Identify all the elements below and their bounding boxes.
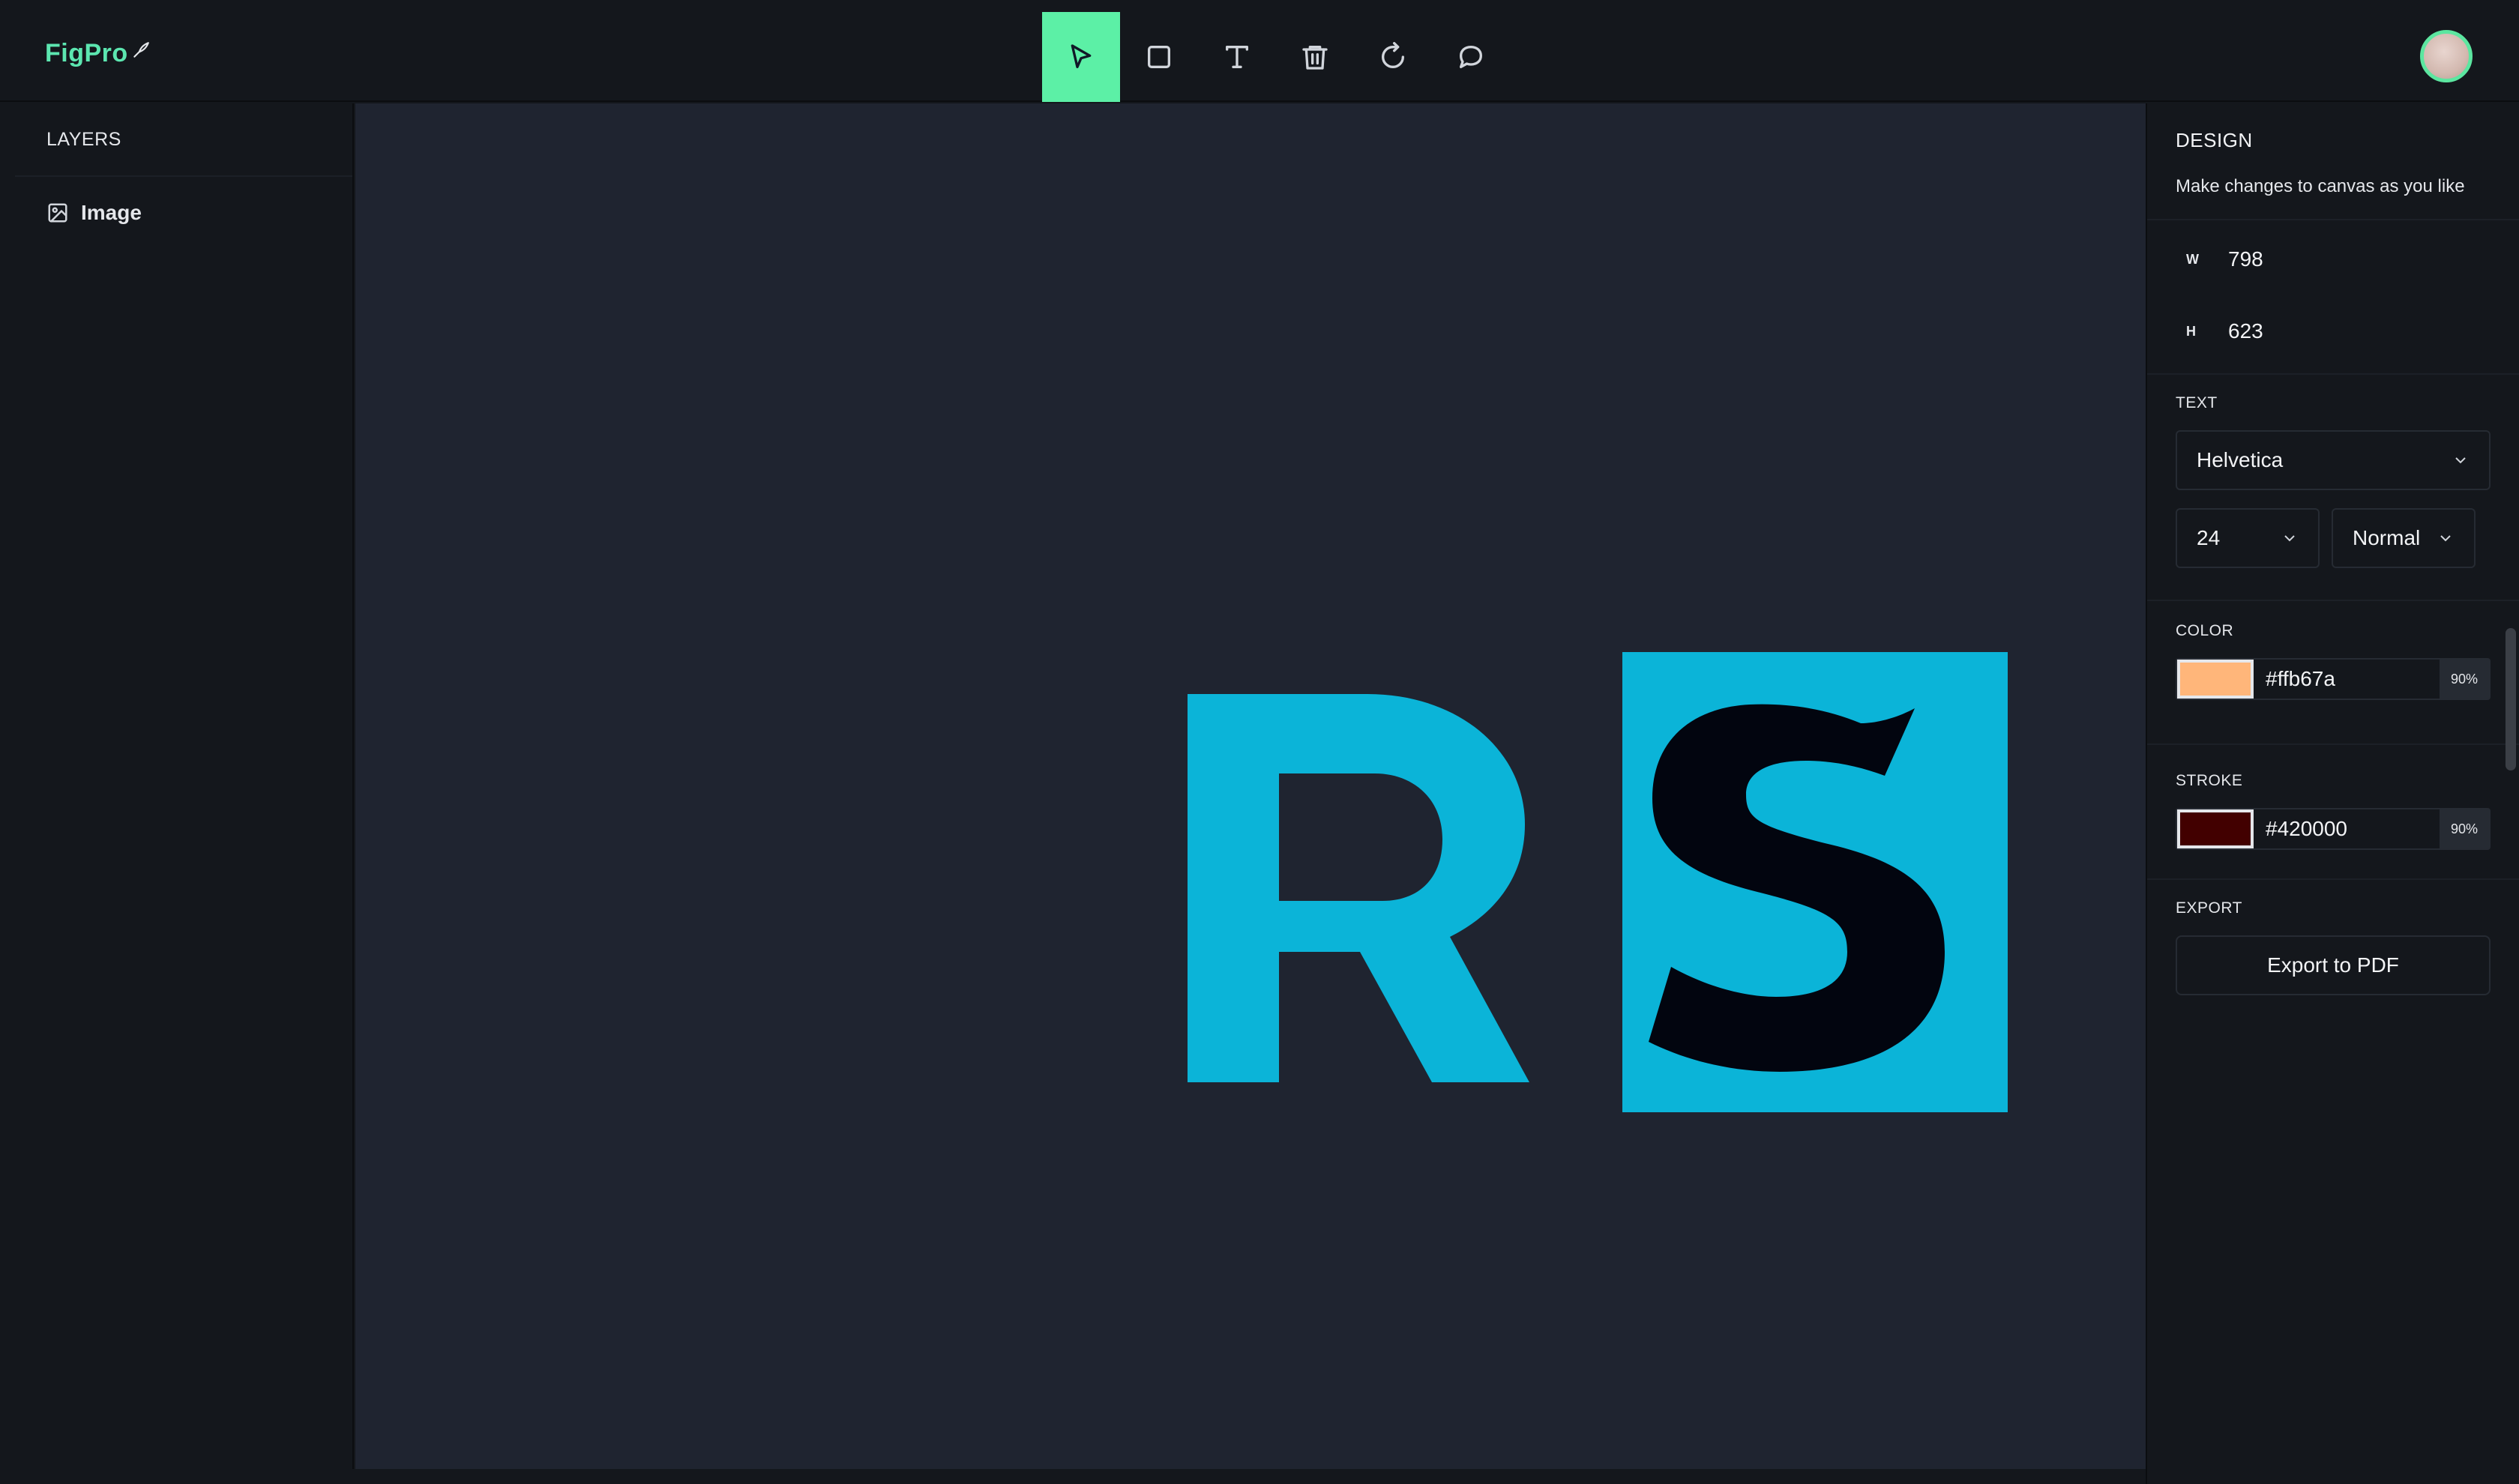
square-icon	[1148, 46, 1170, 68]
height-field[interactable]: H 623	[2176, 295, 2491, 367]
scrollbar-thumb[interactable]	[2506, 628, 2516, 770]
design-subtitle: Make changes to canvas as you like	[2176, 176, 2465, 196]
design-section: DESIGN Make changes to canvas as you lik…	[2147, 103, 2519, 220]
chevron-down-icon	[2284, 535, 2295, 542]
chevron-down-icon	[2455, 457, 2466, 464]
font-weight-value: Normal	[2353, 526, 2421, 549]
text-icon	[1226, 46, 1248, 69]
rectangle-tool-button[interactable]	[1120, 12, 1198, 102]
export-section: EXPORT Export to PDF	[2147, 880, 2519, 995]
fill-color-field[interactable]: #ffb67a 90%	[2176, 658, 2491, 700]
text-title: TEXT	[2176, 394, 2218, 411]
fill-color-hex[interactable]: #ffb67a	[2254, 667, 2440, 691]
stroke-section: STROKE #420000 90%	[2147, 745, 2519, 880]
design-title: DESIGN	[2176, 129, 2253, 151]
stroke-title: STROKE	[2176, 772, 2243, 789]
chevron-down-icon	[2440, 535, 2451, 542]
height-input[interactable]: 623	[2228, 319, 2263, 343]
comment-tool-button[interactable]	[1432, 12, 1510, 102]
color-title: COLOR	[2176, 622, 2234, 639]
width-input[interactable]: 798	[2228, 247, 2263, 271]
design-canvas[interactable]	[355, 103, 2146, 1469]
select-tool-button[interactable]	[1042, 12, 1120, 102]
font-family-value: Helvetica	[2197, 448, 2284, 471]
layers-panel: LAYERS Image	[15, 103, 354, 1469]
rotate-icon	[1382, 42, 1404, 68]
toolbar	[1042, 12, 1510, 102]
trash-icon	[1302, 46, 1328, 70]
text-tool-button[interactable]	[1198, 12, 1276, 102]
width-field[interactable]: W 798	[2176, 223, 2491, 295]
layer-item-label: Image	[81, 201, 142, 224]
logo-text: FigPro	[45, 39, 128, 67]
width-label: W	[2186, 251, 2199, 267]
font-options-row: 24 Normal	[2176, 508, 2491, 568]
image-icon	[48, 203, 67, 223]
app-window: FigPro LAYERS Image DESIGN Make changes …	[0, 0, 2519, 1484]
user-avatar[interactable]	[2420, 30, 2473, 82]
letter-r-shape	[1188, 694, 1529, 1082]
dimensions-section: W 798 H 623	[2147, 220, 2519, 375]
stroke-color-field[interactable]: #420000 90%	[2176, 808, 2491, 850]
export-title: EXPORT	[2176, 899, 2242, 917]
delete-tool-button[interactable]	[1276, 12, 1354, 102]
font-size-value: 24	[2197, 526, 2221, 549]
comment-icon	[1460, 46, 1482, 69]
layers-title: LAYERS	[15, 103, 352, 177]
stroke-opacity[interactable]: 90%	[2440, 809, 2489, 848]
top-navbar: FigPro	[0, 0, 2519, 102]
height-label: H	[2186, 323, 2196, 339]
color-section: COLOR #ffb67a 90%	[2147, 601, 2519, 745]
font-family-select[interactable]: Helvetica	[2176, 430, 2491, 490]
layer-item-image[interactable]: Image	[15, 177, 352, 249]
canvas-image[interactable]	[1188, 652, 2008, 1112]
reset-tool-button[interactable]	[1354, 12, 1432, 102]
fill-color-swatch[interactable]	[2177, 660, 2254, 699]
stroke-color-hex[interactable]: #420000	[2254, 817, 2440, 841]
fill-opacity[interactable]: 90%	[2440, 660, 2489, 699]
pen-nib-icon	[133, 41, 149, 58]
cursor-icon	[1071, 44, 1092, 69]
stroke-color-swatch[interactable]	[2177, 809, 2254, 848]
text-section: TEXT Helvetica 24 Normal	[2147, 375, 2519, 601]
export-pdf-button[interactable]: Export to PDF	[2176, 935, 2491, 995]
font-weight-select[interactable]: Normal	[2332, 508, 2476, 568]
app-logo[interactable]: FigPro	[45, 39, 151, 68]
design-panel: DESIGN Make changes to canvas as you lik…	[2146, 103, 2519, 1484]
font-size-select[interactable]: 24	[2176, 508, 2320, 568]
